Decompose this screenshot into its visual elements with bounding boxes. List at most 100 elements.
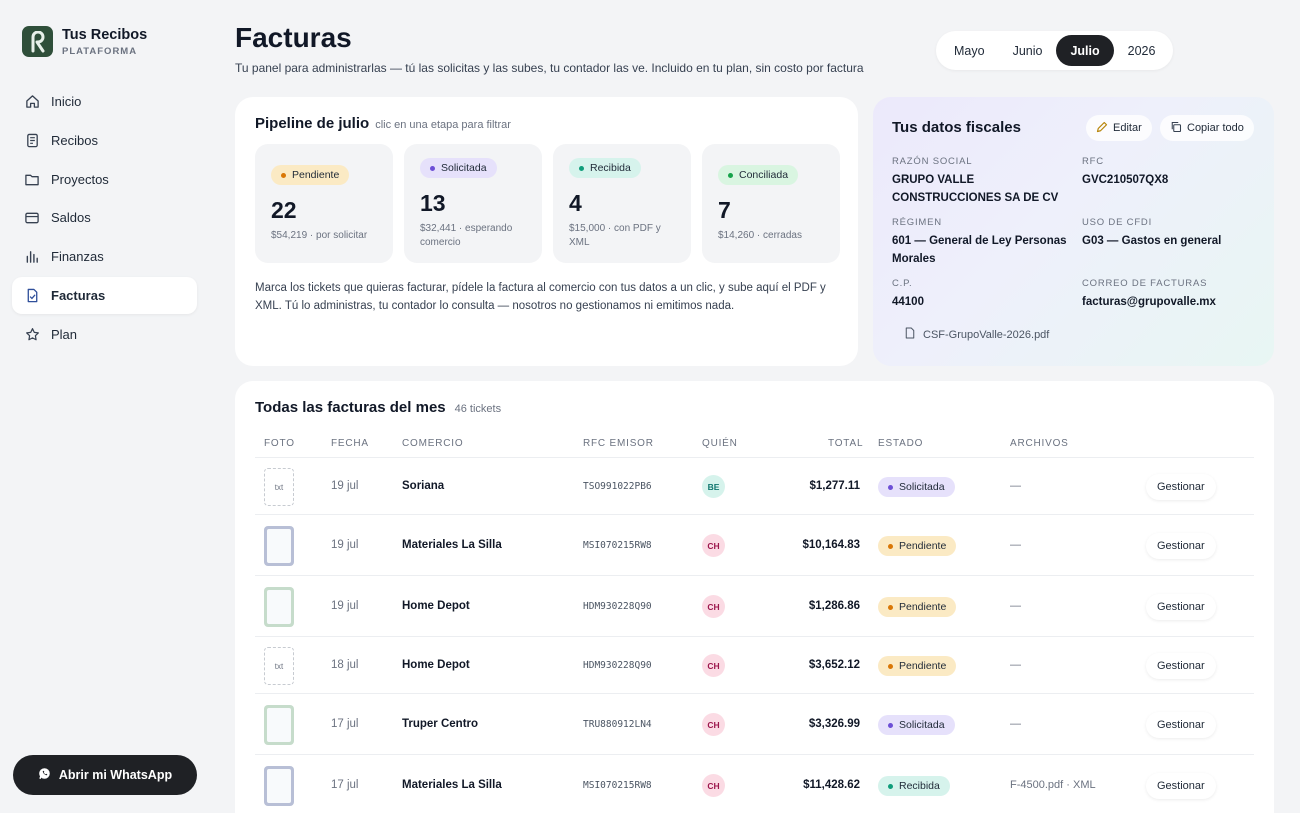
receipt-thumbnail[interactable] — [264, 587, 294, 627]
row-rfc: MSI070215RW8 — [583, 540, 652, 551]
stage-solicitada[interactable]: Solicitada 13 $32,441 · esperando comerc… — [404, 144, 542, 263]
photo-placeholder[interactable]: txt — [264, 647, 294, 685]
copy-label: Copiar todo — [1187, 122, 1244, 134]
sidebar-item-label: Inicio — [51, 94, 82, 109]
status-badge: Pendiente — [878, 656, 957, 676]
tab-2026[interactable]: 2026 — [1114, 35, 1170, 66]
row-rfc: TRU880912LN4 — [583, 719, 652, 730]
row-total: $1,277.11 — [809, 480, 860, 492]
row-files: — — [1010, 539, 1021, 551]
row-files: F-4500.pdf · XML — [1010, 779, 1096, 791]
sidebar-item-label: Finanzas — [51, 249, 104, 265]
stage-pendiente[interactable]: Pendiente 22 $54,219 · por solicitar — [255, 144, 393, 263]
regimen-label: RÉGIMEN — [892, 217, 942, 228]
pipeline-card: Pipeline de julio clic en una etapa para… — [235, 97, 858, 366]
sidebar-item-recibos[interactable]: Recibos — [12, 122, 197, 159]
receipt-thumbnail[interactable] — [264, 766, 294, 806]
tab-mayo[interactable]: Mayo — [940, 35, 999, 66]
pipeline-hint: clic en una etapa para filtrar — [375, 119, 511, 131]
rfc-value: GVC210507QX8 — [1082, 174, 1169, 186]
table-row[interactable]: txt 19 jul Soriana TSO991022PB6 BE $1,277.11 S… — [255, 457, 1254, 514]
stage-recibida[interactable]: Recibida 4 $15,000 · con PDF y XML — [553, 144, 691, 263]
manage-button[interactable]: Gestionar — [1146, 533, 1216, 559]
avatar: CH — [702, 595, 725, 618]
row-rfc: MSI070215RW8 — [583, 780, 652, 791]
table-row[interactable]: 17 jul Truper Centro TRU880912LN4 CH $3,326.… — [255, 693, 1254, 754]
sidebar-item-facturas[interactable]: Facturas — [12, 276, 197, 314]
avatar: CH — [702, 713, 725, 736]
razon-social-value: GRUPO VALLE CONSTRUCCIONES SA DE CV — [892, 174, 1059, 204]
sidebar-item-proyectos[interactable]: Proyectos — [12, 161, 197, 198]
row-date: 17 jul — [331, 718, 359, 730]
sidebar-item-inicio[interactable]: Inicio — [12, 83, 197, 120]
stage-badge: Pendiente — [271, 165, 350, 185]
receipt-thumbnail[interactable] — [264, 705, 294, 745]
sidebar-item-label: Proyectos — [51, 171, 109, 187]
receipt-thumbnail[interactable] — [264, 526, 294, 566]
status-dot — [888, 604, 893, 610]
csf-file-link[interactable]: CSF-GrupoValle-2026.pdf — [905, 327, 1049, 342]
row-rfc: HDM930228Q90 — [583, 660, 652, 671]
pipeline-title: Pipeline de julio — [255, 115, 370, 132]
table-row[interactable]: txt 18 jul Home Depot HDM930228Q90 CH $3,652.… — [255, 636, 1254, 693]
table-row[interactable]: 19 jul Home Depot HDM930228Q90 CH $1,286.86 P… — [255, 575, 1254, 636]
whatsapp-label: Abrir mi WhatsApp — [58, 768, 173, 782]
row-merchant: Materiales La Silla — [402, 539, 502, 551]
tab-julio[interactable]: Julio — [1056, 35, 1114, 66]
folder-icon — [24, 171, 40, 187]
manage-button[interactable]: Gestionar — [1146, 594, 1216, 620]
manage-button[interactable]: Gestionar — [1146, 712, 1216, 738]
copy-icon — [1170, 121, 1182, 136]
photo-placeholder[interactable]: txt — [264, 468, 294, 506]
col-comercio: COMERCIO — [402, 438, 464, 449]
edit-button[interactable]: Editar — [1086, 115, 1152, 141]
bar-chart-icon — [24, 249, 40, 265]
row-merchant: Home Depot — [402, 659, 470, 671]
manage-button[interactable]: Gestionar — [1146, 773, 1216, 799]
home-icon — [24, 94, 40, 110]
status-dot — [281, 172, 286, 178]
copy-all-button[interactable]: Copiar todo — [1160, 115, 1254, 141]
table-row[interactable]: 19 jul Materiales La Silla MSI070215RW8 CH $… — [255, 514, 1254, 575]
fiscal-title: Tus datos fiscales — [892, 119, 1021, 136]
row-date: 19 jul — [331, 600, 359, 612]
sidebar-item-plan[interactable]: Plan — [12, 316, 197, 353]
page-title: Facturas — [235, 22, 352, 53]
col-total: TOTAL — [828, 438, 864, 449]
table-row[interactable]: 17 jul Materiales La Silla MSI070215RW8 CH $… — [255, 754, 1254, 813]
row-files: — — [1010, 718, 1021, 730]
manage-button[interactable]: Gestionar — [1146, 653, 1216, 679]
receipt-paper — [267, 529, 291, 563]
sidebar-item-finanzas[interactable]: Finanzas — [12, 238, 197, 275]
stage-meta: $54,219 · por solicitar — [271, 230, 368, 241]
stage-badge: Solicitada — [420, 158, 497, 178]
row-total: $3,652.12 — [808, 659, 860, 671]
pencil-icon — [1096, 121, 1108, 136]
stage-badge: Conciliada — [718, 165, 799, 185]
stage-conciliada[interactable]: Conciliada 7 $14,260 · cerradas — [702, 144, 840, 263]
brand[interactable]: Tus Recibos PLATAFORMA — [22, 26, 147, 57]
tab-junio[interactable]: Junio — [999, 35, 1057, 66]
avatar: CH — [702, 654, 725, 677]
receipt-paper — [267, 708, 291, 742]
sidebar-item-saldos[interactable]: Saldos — [12, 199, 197, 236]
row-total: $1,286.86 — [808, 600, 860, 612]
uso-cfdi-label: USO DE CFDI — [1082, 217, 1153, 228]
status-dot — [579, 165, 584, 171]
avatar: CH — [702, 774, 725, 797]
correo-value: facturas@grupovalle.mx — [1082, 296, 1216, 308]
row-merchant: Truper Centro — [402, 718, 479, 730]
col-archivos: ARCHIVOS — [1010, 438, 1069, 449]
status-label: Pendiente — [899, 601, 947, 613]
whatsapp-button[interactable]: Abrir mi WhatsApp — [13, 755, 197, 795]
edit-label: Editar — [1113, 122, 1142, 134]
wallet-icon — [24, 210, 40, 226]
status-label: Solicitada — [899, 719, 945, 731]
col-estado: ESTADO — [878, 438, 924, 449]
sidebar-item-label: Facturas — [51, 287, 106, 303]
status-label: Solicitada — [899, 481, 945, 493]
regimen-value: 601 — General de Ley Personas Morales — [892, 235, 1067, 265]
col-fecha: FECHA — [331, 438, 369, 449]
status-badge: Solicitada — [878, 477, 955, 497]
manage-button[interactable]: Gestionar — [1146, 474, 1216, 500]
